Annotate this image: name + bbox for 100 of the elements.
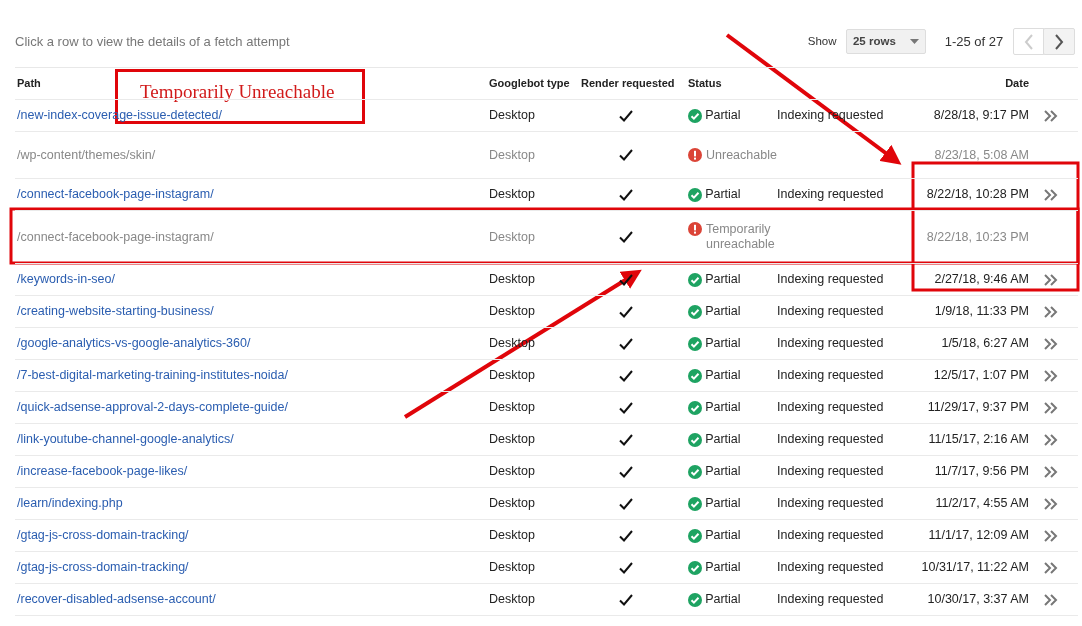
table-cell: Indexing requested [777, 272, 884, 287]
double-chevron-icon[interactable] [1042, 369, 1058, 382]
check-circle-icon [688, 528, 702, 543]
status-text: Partial [705, 335, 741, 353]
date-cell: 8/22/18, 10:28 PM [926, 187, 1029, 202]
table-cell: Desktop [489, 187, 535, 202]
double-chevron-icon[interactable] [1042, 433, 1058, 446]
table-cell: Desktop [489, 368, 535, 383]
date-cell: 8/28/18, 9:17 PM [933, 108, 1029, 123]
table-cell: Desktop [489, 229, 535, 244]
status-text: Partial [705, 186, 741, 204]
double-chevron-icon[interactable] [1042, 337, 1058, 350]
path-link[interactable]: /connect-facebook-page-instagram/ [17, 229, 214, 244]
status-text: Partial [705, 399, 741, 417]
caret-icon [909, 39, 919, 44]
status-text: Partial [705, 271, 741, 289]
check-circle-icon [688, 432, 702, 447]
path-link[interactable]: /recover-disabled-adsense-account/ [17, 592, 216, 607]
date-cell: 11/15/17, 2:16 AM [928, 432, 1029, 447]
check-circle-icon [688, 336, 702, 351]
double-chevron-icon[interactable] [1042, 529, 1058, 542]
check-circle-icon [688, 560, 702, 575]
table-cell: Indexing requested [777, 400, 884, 415]
date-cell: 11/29/17, 9:37 PM [927, 400, 1029, 415]
show-label: Show [807, 33, 837, 49]
table-cell: Indexing requested [777, 336, 884, 351]
double-chevron-icon[interactable] [1042, 109, 1058, 122]
double-chevron-icon[interactable] [1042, 188, 1058, 201]
check-circle-icon [688, 108, 702, 123]
date-cell: 1/9/18, 11:33 PM [934, 304, 1029, 319]
table-cell: Desktop [489, 147, 535, 162]
column-header: Googlebot type [489, 77, 570, 90]
error-icon [688, 222, 702, 236]
table-cell: Desktop [489, 528, 535, 543]
column-header: Path [17, 77, 41, 90]
path-link[interactable]: /gtag-js-cross-domain-tracking/ [17, 560, 189, 575]
double-chevron-icon[interactable] [1042, 305, 1058, 318]
status-text: Partial [705, 559, 741, 577]
check-circle-icon [688, 464, 702, 479]
status-text: Partial [705, 527, 741, 545]
double-chevron-icon[interactable] [1042, 401, 1058, 414]
path-link[interactable]: /learn/indexing.php [17, 496, 123, 511]
table-cell: Indexing requested [777, 187, 884, 202]
status-text: Partial [705, 107, 741, 125]
path-link[interactable]: /link-youtube-channel-google-analytics/ [17, 432, 234, 447]
chevron-left-icon [1023, 33, 1034, 50]
status-text: Partial [705, 591, 741, 609]
double-chevron-icon[interactable] [1042, 273, 1058, 286]
table-cell: Indexing requested [777, 368, 884, 383]
date-cell: 8/22/18, 10:23 PM [926, 229, 1029, 244]
date-cell: 1/5/18, 6:27 AM [941, 336, 1029, 351]
table-cell: Desktop [489, 400, 535, 415]
path-link[interactable]: /creating-website-starting-business/ [17, 304, 214, 319]
next-page-button[interactable] [1042, 28, 1075, 55]
path-link[interactable]: /connect-facebook-page-instagram/ [17, 187, 214, 202]
path-link[interactable]: /google-analytics-vs-google-analytics-360/ [17, 336, 251, 351]
table-cell: Indexing requested [777, 592, 884, 607]
double-chevron-icon[interactable] [1042, 497, 1058, 510]
table-cell: Indexing requested [777, 304, 884, 319]
column-header: Date [1005, 77, 1029, 90]
status-text: Temporarily unreachable [706, 222, 776, 252]
date-cell: 11/1/17, 12:09 AM [928, 528, 1029, 543]
check-circle-icon [688, 368, 702, 383]
table-cell: Desktop [489, 560, 535, 575]
status-text: Partial [705, 431, 741, 449]
table-cell: Indexing requested [777, 464, 884, 479]
table-cell: Desktop [489, 464, 535, 479]
check-circle-icon [688, 187, 702, 202]
rows-dropdown[interactable]: 25 rows [845, 29, 926, 54]
table-cell: Desktop [489, 304, 535, 319]
path-link[interactable]: /increase-facebook-page-likes/ [17, 464, 188, 479]
table-cell: Indexing requested [777, 560, 884, 575]
error-icon [688, 147, 702, 162]
path-link[interactable]: /7-best-digital-marketing-training-institutes-noida/ [17, 368, 288, 383]
table-cell: Desktop [489, 592, 535, 607]
table-cell: Desktop [489, 272, 535, 287]
double-chevron-icon[interactable] [1042, 465, 1058, 478]
table-cell: Indexing requested [777, 528, 884, 543]
date-cell: 11/7/17, 9:56 PM [934, 464, 1029, 479]
status-text: Partial [705, 303, 741, 321]
table-cell: Indexing requested [777, 432, 884, 447]
status-text: Partial [705, 367, 741, 385]
path-link[interactable]: /quick-adsense-approval-2-days-complete-guide/ [17, 400, 288, 415]
hint-text: Click a row to view the details of a fetch attempt [15, 33, 291, 51]
date-cell: 8/23/18, 5:08 AM [934, 147, 1029, 162]
chevron-right-icon [1053, 33, 1064, 50]
date-cell: 12/5/17, 1:07 PM [933, 368, 1029, 383]
table-cell: Desktop [489, 108, 535, 123]
date-cell: 10/31/17, 11:22 AM [921, 560, 1029, 575]
table-cell: Desktop [489, 432, 535, 447]
double-chevron-icon[interactable] [1042, 561, 1058, 574]
path-link[interactable]: /gtag-js-cross-domain-tracking/ [17, 528, 189, 543]
double-chevron-icon[interactable] [1042, 593, 1058, 606]
table-cell: Desktop [489, 496, 535, 511]
column-header: Render requested [581, 76, 675, 92]
path-link[interactable]: /wp-content/themes/skin/ [17, 147, 156, 162]
check-circle-icon [688, 496, 702, 511]
status-text: Unreachable [706, 147, 777, 163]
status-text: Partial [705, 463, 741, 481]
path-link[interactable]: /keywords-in-seo/ [17, 272, 115, 287]
